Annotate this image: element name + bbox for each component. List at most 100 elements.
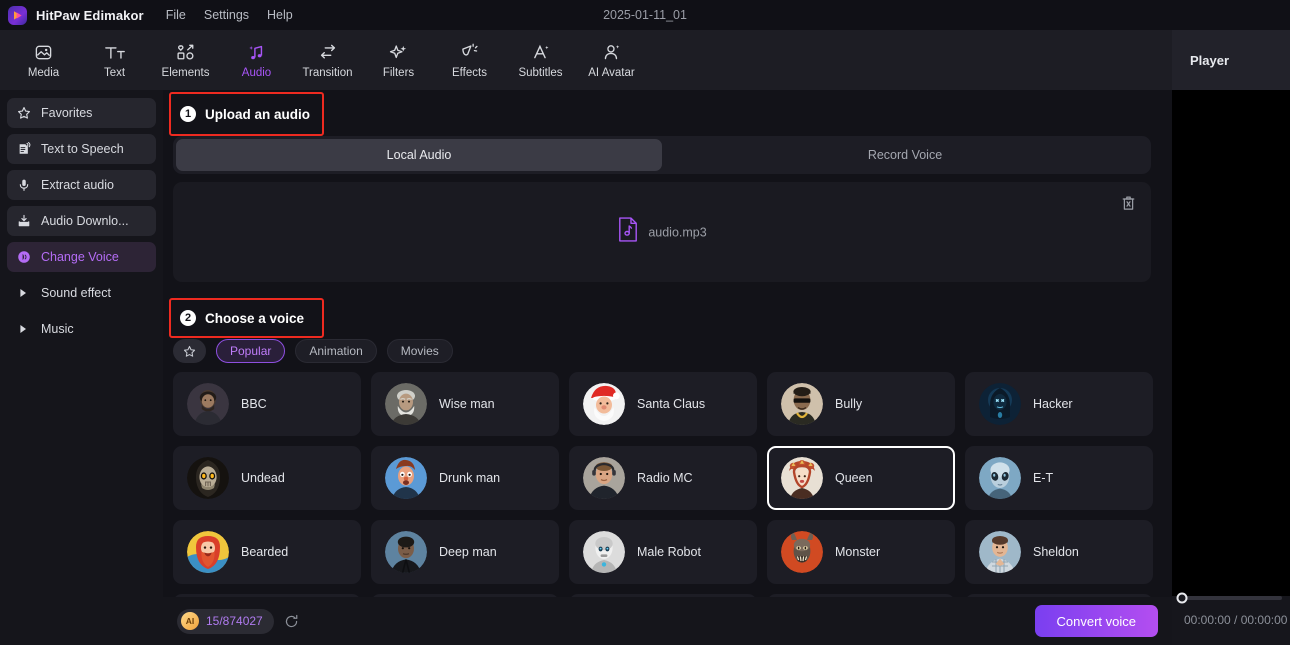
voice-name: Undead xyxy=(241,471,285,485)
avatar xyxy=(187,457,229,499)
step-2-title: Choose a voice xyxy=(205,311,304,326)
app-title: HitPaw Edimakor xyxy=(36,8,144,23)
convert-voice-button[interactable]: Convert voice xyxy=(1035,605,1158,637)
player-preview-stage[interactable] xyxy=(1172,90,1290,587)
tts-icon xyxy=(17,142,34,156)
avatar xyxy=(583,531,625,573)
voice-card-santa-claus[interactable]: Santa Claus xyxy=(569,372,757,436)
voice-card-monster[interactable]: Monster xyxy=(767,520,955,584)
left-sidebar: Favorites Text to Speech xyxy=(0,90,163,645)
sidebar-item-audio-downloader[interactable]: Audio Downlo... xyxy=(7,206,156,236)
toolbar-label-media: Media xyxy=(28,67,59,79)
toolbar-item-ai-avatar[interactable]: AI Avatar xyxy=(576,32,647,88)
trash-icon[interactable] xyxy=(1119,194,1137,212)
avatar xyxy=(781,457,823,499)
filter-popular[interactable]: Popular xyxy=(216,339,285,363)
title-bar: HitPaw Edimakor File Settings Help 2025-… xyxy=(0,0,1290,30)
voice-card-undead[interactable]: Undead xyxy=(173,446,361,510)
menu-item-help[interactable]: Help xyxy=(259,5,301,25)
voice-name: E-T xyxy=(1033,471,1053,485)
voice-card-hacker[interactable]: Hacker xyxy=(965,372,1153,436)
step-1-number: 1 xyxy=(180,106,196,122)
toolbar-item-media[interactable]: Media xyxy=(8,32,79,88)
toolbar-item-subtitles[interactable]: Subtitles xyxy=(505,32,576,88)
tab-local-audio[interactable]: Local Audio xyxy=(176,139,662,171)
ai-coin-icon: AI xyxy=(181,612,199,630)
voice-name: Deep man xyxy=(439,545,497,559)
refresh-icon[interactable] xyxy=(284,614,299,629)
player-panel: Player 00:00:00 / 00:00:00 xyxy=(1172,30,1290,645)
bottom-bar: AI 15/874027 Convert voice xyxy=(163,597,1172,645)
voice-name: Bully xyxy=(835,397,862,411)
download-icon xyxy=(17,214,34,228)
filter-animation[interactable]: Animation xyxy=(295,339,376,363)
voice-card-wise-man[interactable]: Wise man xyxy=(371,372,559,436)
menu-item-settings[interactable]: Settings xyxy=(196,5,257,25)
voice-grid: BBC xyxy=(173,372,1161,603)
sidebar-label-change-voice: Change Voice xyxy=(41,250,119,264)
voice-card-male-robot[interactable]: Male Robot xyxy=(569,520,757,584)
avatar xyxy=(979,383,1021,425)
transition-icon xyxy=(317,42,339,63)
sidebar-item-extract-audio[interactable]: Extract audio xyxy=(7,170,156,200)
step-1-title: Upload an audio xyxy=(205,107,310,122)
step-2-number: 2 xyxy=(180,310,196,326)
player-timecode: 00:00:00 / 00:00:00 xyxy=(1180,613,1282,627)
change-voice-panel: 1 Upload an audio Local Audio Record Voi… xyxy=(163,90,1172,645)
player-progress-handle[interactable] xyxy=(1177,593,1188,604)
voice-name: Queen xyxy=(835,471,873,485)
ai-avatar-icon xyxy=(602,42,622,63)
sidebar-label-text-to-speech: Text to Speech xyxy=(41,142,124,156)
menu-bar: File Settings Help xyxy=(158,5,301,25)
voice-card-bully[interactable]: Bully xyxy=(767,372,955,436)
avatar xyxy=(187,531,229,573)
voice-card-sheldon[interactable]: Sheldon xyxy=(965,520,1153,584)
elements-icon xyxy=(176,42,196,63)
voice-name: Male Robot xyxy=(637,545,701,559)
filters-icon xyxy=(389,42,409,63)
toolbar-item-filters[interactable]: Filters xyxy=(363,32,434,88)
toolbar-item-audio[interactable]: Audio xyxy=(221,32,292,88)
toolbar-label-ai-avatar: AI Avatar xyxy=(588,67,634,79)
toolbar-item-transition[interactable]: Transition xyxy=(292,32,363,88)
voice-card-deep-man[interactable]: Deep man xyxy=(371,520,559,584)
voice-name: Drunk man xyxy=(439,471,500,485)
menu-item-file[interactable]: File xyxy=(158,5,194,25)
avatar xyxy=(979,531,1021,573)
toolbar-item-effects[interactable]: Effects xyxy=(434,32,505,88)
voice-card-e-t[interactable]: E-T xyxy=(965,446,1153,510)
app-window: HitPaw Edimakor File Settings Help 2025-… xyxy=(0,0,1290,645)
toolbar-label-effects: Effects xyxy=(452,67,487,79)
star-icon xyxy=(183,345,196,358)
filter-movies[interactable]: Movies xyxy=(387,339,453,363)
toolbar-item-text[interactable]: Text xyxy=(79,32,150,88)
player-progress-track[interactable] xyxy=(1180,596,1282,600)
change-voice-icon xyxy=(17,250,34,264)
sidebar-item-music[interactable]: Music xyxy=(7,314,156,344)
effects-icon xyxy=(460,42,480,63)
credits-badge: AI 15/874027 xyxy=(177,609,274,634)
voice-card-drunk-man[interactable]: Drunk man xyxy=(371,446,559,510)
filter-favorites[interactable] xyxy=(173,339,206,363)
voice-card-queen[interactable]: Queen xyxy=(767,446,955,510)
uploaded-file[interactable]: audio.mp3 xyxy=(173,217,1151,248)
voice-name: Bearded xyxy=(241,545,288,559)
avatar xyxy=(781,383,823,425)
avatar xyxy=(385,383,427,425)
sidebar-item-text-to-speech[interactable]: Text to Speech xyxy=(7,134,156,164)
audio-dropzone[interactable]: audio.mp3 xyxy=(173,182,1151,282)
voice-card-bbc[interactable]: BBC xyxy=(173,372,361,436)
toolbar-label-audio: Audio xyxy=(242,67,271,79)
sidebar-item-sound-effect[interactable]: Sound effect xyxy=(7,278,156,308)
sidebar-item-change-voice[interactable]: Change Voice xyxy=(7,242,156,272)
voice-card-bearded[interactable]: Bearded xyxy=(173,520,361,584)
toolbar-label-filters: Filters xyxy=(383,67,414,79)
voice-card-radio-mc[interactable]: Radio MC xyxy=(569,446,757,510)
tab-record-voice[interactable]: Record Voice xyxy=(662,139,1148,171)
media-icon xyxy=(34,42,53,63)
sidebar-item-favorites[interactable]: Favorites xyxy=(7,98,156,128)
sidebar-label-audio-downloader: Audio Downlo... xyxy=(41,214,129,228)
hitpaw-logo-icon xyxy=(8,6,27,25)
microphone-icon xyxy=(17,178,34,192)
toolbar-item-elements[interactable]: Elements xyxy=(150,32,221,88)
